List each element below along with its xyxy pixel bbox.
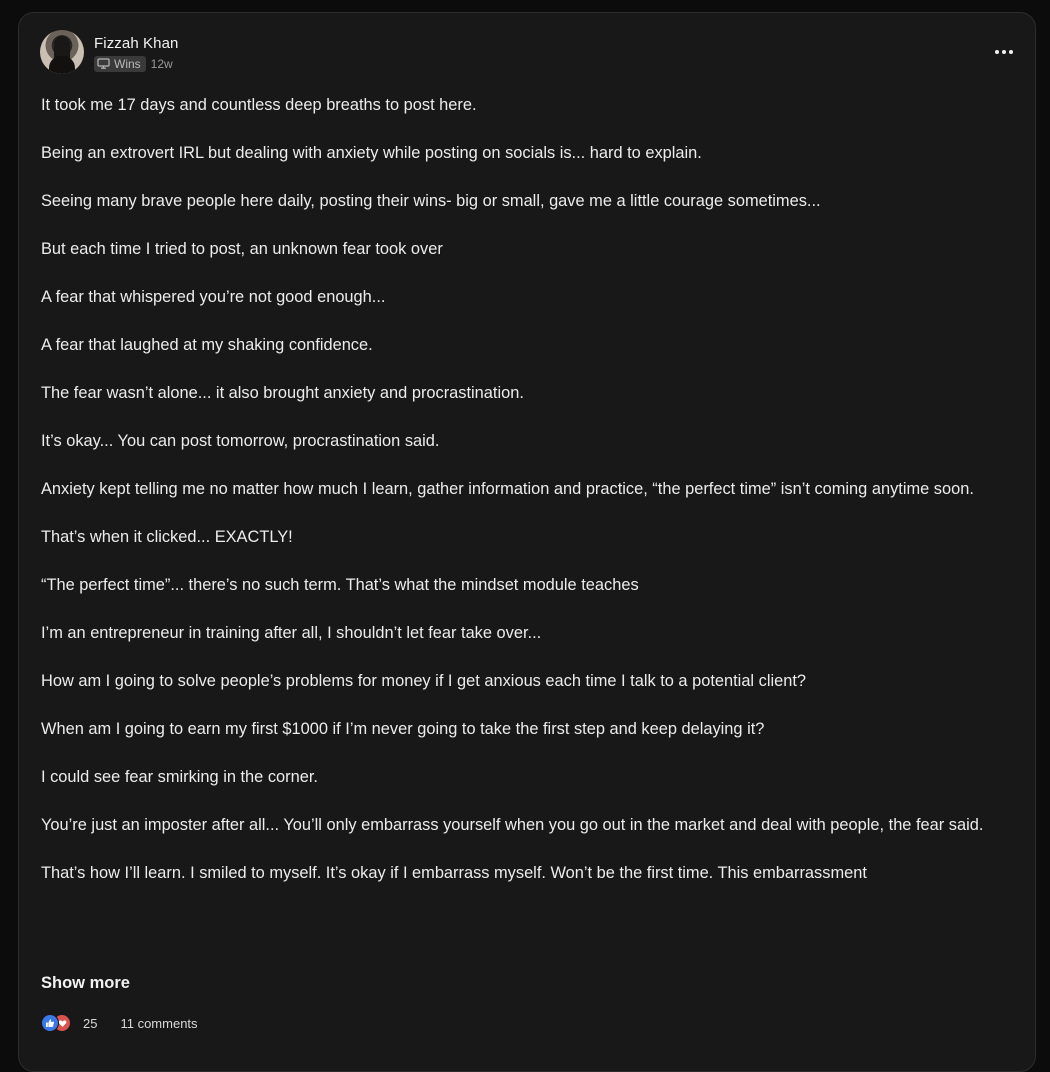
post-paragraph: How am I going to solve people’s problem…: [41, 672, 807, 690]
monitor-icon: [97, 58, 110, 69]
post-paragraph: That’s when it clicked... EXACTLY!: [41, 528, 293, 546]
post-paragraph: “The perfect time”... there’s no such te…: [41, 576, 639, 594]
author-avatar[interactable]: [40, 30, 84, 74]
post-paragraph: It’s okay... You can post tomorrow, proc…: [41, 432, 440, 450]
reactions-stack[interactable]: [41, 1013, 77, 1033]
thumbs-up-icon: [41, 1014, 59, 1032]
post-paragraph: A fear that whispered you’re not good en…: [41, 288, 386, 306]
post-paragraph: The fear wasn’t alone... it also brought…: [41, 384, 524, 402]
post-paragraph: I could see fear smirking in the corner.: [41, 768, 318, 786]
post-paragraph: Seeing many brave people here daily, pos…: [41, 192, 821, 210]
post-paragraph: That’s how I’ll learn. I smiled to mysel…: [41, 864, 867, 882]
author-name[interactable]: Fizzah Khan: [94, 35, 178, 52]
more-horizontal-icon-dot: [1002, 50, 1006, 54]
more-options-button[interactable]: [993, 43, 1015, 61]
post-paragraph: Anxiety kept telling me no matter how mu…: [41, 480, 974, 498]
category-badge[interactable]: Wins: [94, 55, 146, 72]
post-paragraph: It took me 17 days and countless deep br…: [41, 96, 477, 114]
category-label: Wins: [114, 56, 141, 71]
text-fade-overlay: [41, 916, 1011, 986]
post-paragraph: A fear that laughed at my shaking confid…: [41, 336, 373, 354]
post-time: 12w: [150, 56, 173, 71]
post-paragraph: But each time I tried to post, an unknow…: [41, 240, 443, 258]
post-footer: 25 11 comments: [41, 1013, 198, 1033]
post-card: Fizzah Khan Wins 12w It took me 17 days …: [18, 12, 1036, 1072]
reaction-count[interactable]: 25: [83, 1016, 97, 1031]
comments-link[interactable]: 11 comments: [120, 1016, 197, 1031]
more-horizontal-icon: [995, 50, 999, 54]
post-paragraph: Being an extrovert IRL but dealing with …: [41, 144, 702, 162]
post-body: It took me 17 days and countless deep br…: [41, 90, 1011, 986]
post-paragraph: You’re just an imposter after all... You…: [41, 816, 984, 834]
avatar-figure-body: [49, 56, 75, 74]
show-more-button[interactable]: Show more: [41, 974, 130, 993]
more-horizontal-icon-dot: [1009, 50, 1013, 54]
post-meta: Wins 12w: [94, 55, 173, 72]
post-paragraph: When am I going to earn my first $1000 i…: [41, 720, 765, 738]
post-paragraph: I’m an entrepreneur in training after al…: [41, 624, 542, 642]
